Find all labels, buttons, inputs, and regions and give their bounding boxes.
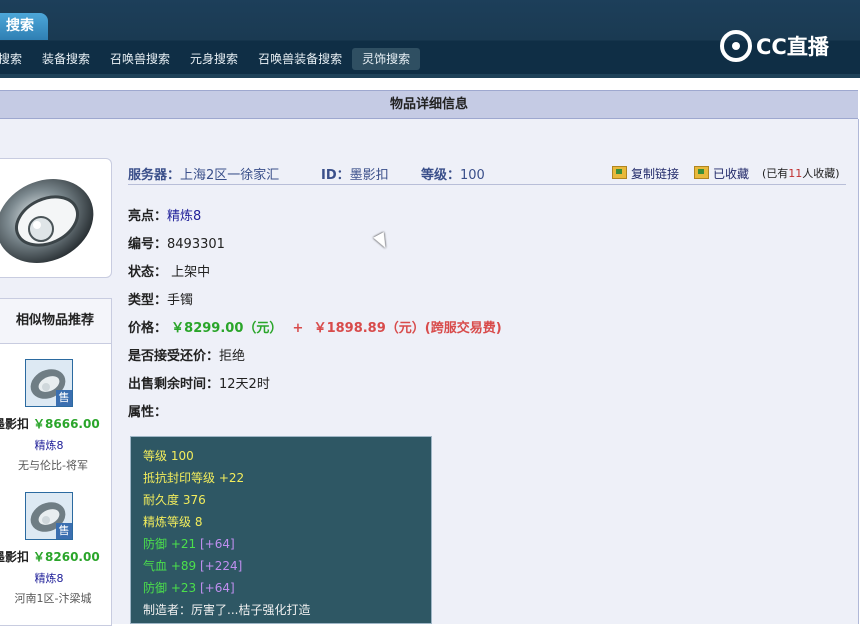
favorite-count: (已有11人收藏) <box>762 165 840 181</box>
similar-items-title: 相似物品推荐 <box>0 299 111 344</box>
attributes-box: 等级 100 抵抗封印等级 +22 耐久度 376 精炼等级 8 防御 +21 … <box>130 436 432 624</box>
attr-defense-1: 防御 +21 [+64] <box>143 533 419 555</box>
bargain-value: 拒绝 <box>219 349 246 364</box>
bargain-label: 是否接受还价： <box>128 349 220 364</box>
attr-defense-2-bonus: [+64] <box>199 581 235 595</box>
status-value: 上架中 <box>171 265 211 280</box>
favorite-label: 已收藏 <box>713 167 750 181</box>
price-value: ￥8299.00（元） <box>171 321 283 336</box>
nav-summon-equipment-search[interactable]: 召唤兽装备搜索 <box>248 47 352 71</box>
level-label: 等级： <box>421 168 461 183</box>
similar-item[interactable]: 售 墨影扣￥8666.00 精炼8 无与伦比-将军 <box>0 359 111 479</box>
attr-defense-1-bonus: [+64] <box>199 537 235 551</box>
price-plus: + <box>292 321 304 336</box>
attr-hp-value: 气血 +89 <box>143 559 197 573</box>
nav-ornament-search[interactable]: 灵饰搜索 <box>352 48 421 70</box>
serial-label: 编号： <box>128 237 168 252</box>
server-value: 上海2区一徐家汇 <box>180 168 280 183</box>
type-label: 类型： <box>128 293 168 308</box>
level-value: 100 <box>460 168 485 183</box>
id-value: 墨影扣 <box>349 168 389 183</box>
remaining-time-label: 出售剩余时间： <box>128 377 220 392</box>
attr-hp-bonus: [+224] <box>199 559 243 573</box>
highlight-row: 亮点：精炼8 <box>128 205 201 224</box>
bargain-row: 是否接受还价：拒绝 <box>128 345 245 364</box>
id-info: ID：墨影扣 <box>321 164 389 183</box>
serial-row: 编号：8493301 <box>128 233 225 252</box>
attr-maker: 制造者：厉害了...桔子强化打造 <box>143 603 311 617</box>
type-row: 类型：手镯 <box>128 289 193 308</box>
copy-link-icon <box>612 166 627 179</box>
similar-item-server: 河南1区-汴梁城 <box>14 592 92 605</box>
status-label: 状态： <box>128 265 168 280</box>
sale-badge: 售 <box>56 390 72 406</box>
favorite-icon <box>694 166 709 179</box>
similar-item-title: 墨影扣￥8260.00 <box>0 548 113 565</box>
similar-item-server: 无与伦比-将军 <box>18 459 88 472</box>
fav-count-suffix: 人收藏) <box>802 167 840 180</box>
copy-link-label: 复制链接 <box>631 167 680 181</box>
attr-defense-2: 防御 +23 [+64] <box>143 577 419 599</box>
remaining-time-row: 出售剩余时间：12天2时 <box>128 373 270 392</box>
similar-item-title: 墨影扣￥8666.00 <box>0 415 113 432</box>
attr-refine-level: 精炼等级 8 <box>143 515 203 529</box>
similar-item-name: 墨影扣 <box>0 417 30 431</box>
title-tab-label: 搜索 <box>6 18 34 34</box>
attr-defense-1-value: 防御 +21 <box>143 537 197 551</box>
header-separator <box>0 74 860 78</box>
attr-seal-resist: 抵抗封印等级 +22 <box>143 471 245 485</box>
section-title-bar: 物品详细信息 <box>0 90 858 119</box>
attributes-row: 属性： <box>128 401 167 420</box>
logo-text: CC直播 <box>756 35 829 59</box>
status-row: 状态： 上架中 <box>128 261 210 280</box>
attr-durability: 耐久度 376 <box>143 493 206 507</box>
similar-item-price: ￥8666.00 <box>33 417 100 431</box>
similar-item-tag: 精炼8 <box>34 439 64 452</box>
attr-hp: 气血 +89 [+224] <box>143 555 419 577</box>
fav-count-prefix: (已有 <box>762 167 789 180</box>
nav-summon-search[interactable]: 召唤兽搜索 <box>100 47 180 71</box>
search-title-tab[interactable]: 搜索 <box>0 13 48 40</box>
similar-item-name: 墨影扣 <box>0 550 30 564</box>
attributes-label: 属性： <box>128 405 168 420</box>
nav-search[interactable]: 搜索 <box>0 47 32 71</box>
attr-level: 等级 100 <box>143 449 194 463</box>
item-image <box>0 158 112 278</box>
nav-equipment-search[interactable]: 装备搜索 <box>32 47 100 71</box>
remaining-time-value: 12天2时 <box>219 377 270 392</box>
server-label: 服务器： <box>128 168 181 183</box>
sale-badge: 售 <box>56 523 72 539</box>
cross-server-fee: ￥1898.89（元）(跨服交易费) <box>313 321 502 336</box>
copy-link-button[interactable]: 复制链接 <box>612 165 679 182</box>
cc-logo-icon <box>720 30 752 62</box>
server-info: 服务器：上海2区一徐家汇 <box>128 164 279 183</box>
similar-item-thumb[interactable]: 售 <box>25 359 73 407</box>
type-value: 手镯 <box>167 293 194 308</box>
item-info-header: 服务器：上海2区一徐家汇 ID：墨影扣 等级：100 复制链接 已收藏 (已有1… <box>128 162 846 185</box>
search-nav: 搜索 装备搜索 召唤兽搜索 元身搜索 召唤兽装备搜索 灵饰搜索 <box>0 47 421 71</box>
nav-avatar-search[interactable]: 元身搜索 <box>180 47 248 71</box>
highlight-label: 亮点： <box>128 209 168 224</box>
price-row: 价格： ￥8299.00（元） + ￥1898.89（元）(跨服交易费) <box>128 317 502 336</box>
similar-item-tag: 精炼8 <box>34 572 64 585</box>
cc-live-logo: CC直播 <box>720 28 829 64</box>
price-label: 价格： <box>128 321 168 336</box>
attr-defense-2-value: 防御 +23 <box>143 581 197 595</box>
favorite-button[interactable]: 已收藏 <box>694 165 749 182</box>
serial-value: 8493301 <box>167 237 225 252</box>
highlight-value: 精炼8 <box>167 209 202 224</box>
similar-item[interactable]: 售 墨影扣￥8260.00 精炼8 河南1区-汴梁城 <box>0 492 111 612</box>
similar-item-price: ￥8260.00 <box>33 550 100 564</box>
bracelet-image <box>0 179 94 263</box>
level-info: 等级：100 <box>421 164 485 183</box>
id-label: ID： <box>321 168 350 183</box>
fav-count-number: 11 <box>788 167 803 180</box>
top-banner: 搜索 CC直播 搜索 装备搜索 召唤兽搜索 元身搜索 召唤兽装备搜索 灵饰搜索 <box>0 0 860 78</box>
similar-item-thumb[interactable]: 售 <box>25 492 73 540</box>
similar-items-panel: 相似物品推荐 售 墨影扣￥8666.00 精炼8 无与伦比-将军 售 墨影扣￥8… <box>0 298 112 626</box>
section-title: 物品详细信息 <box>389 97 468 112</box>
